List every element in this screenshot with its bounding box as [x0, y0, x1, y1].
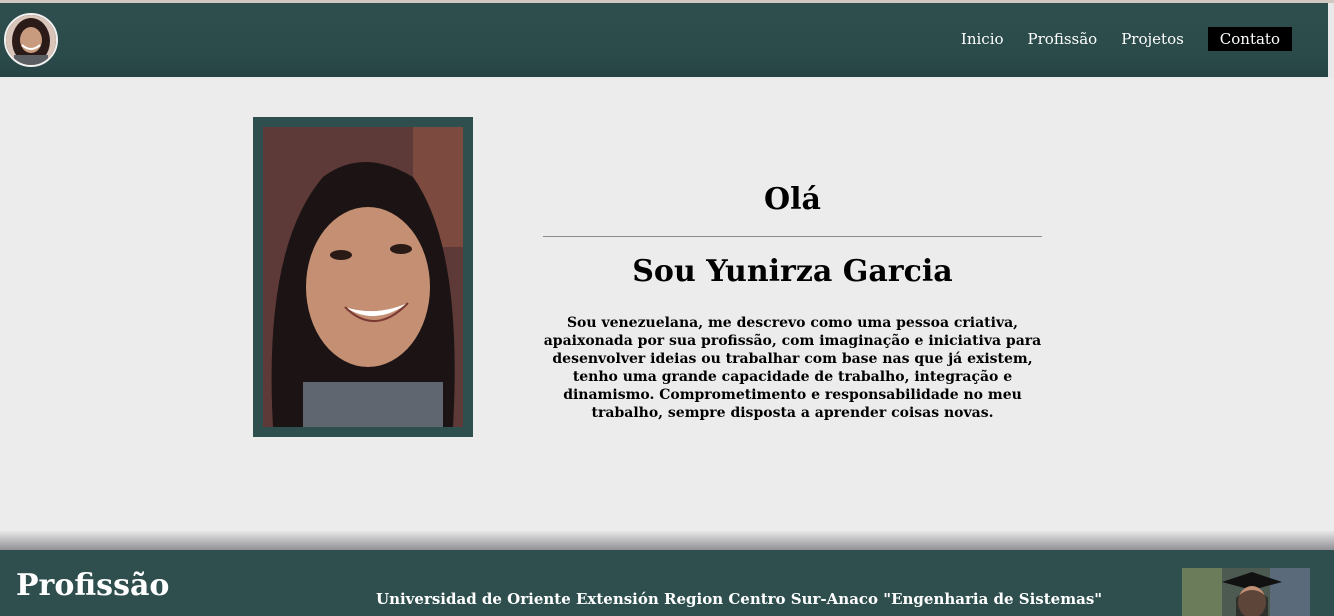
heading-divider — [543, 236, 1042, 237]
graduation-photo-image — [1182, 568, 1310, 616]
navbar: Inicio Profissão Projetos Contato — [0, 3, 1328, 77]
graduation-photo — [1182, 568, 1310, 616]
main-nav: Inicio Profissão Projetos Contato — [937, 27, 1292, 51]
nav-link-projetos[interactable]: Projetos — [1121, 30, 1184, 48]
profile-photo — [263, 127, 463, 427]
avatar[interactable] — [4, 13, 58, 67]
nav-link-contato-button[interactable]: Contato — [1207, 27, 1292, 51]
name-heading: Sou Yunirza Garcia — [632, 254, 953, 289]
bio-text: Sou venezuelana, me descrevo como uma pe… — [543, 315, 1042, 421]
nav-link-profissao[interactable]: Profissão — [1028, 30, 1098, 48]
nav-link-inicio[interactable]: Inicio — [961, 30, 1004, 48]
avatar-photo — [6, 15, 56, 65]
profile-photo-frame — [253, 117, 473, 437]
profile-photo-image — [263, 127, 463, 427]
greeting-heading: Olá — [764, 182, 821, 217]
university-text: Universidad de Oriente Extensión Region … — [376, 590, 1103, 608]
profession-title: Profissão — [16, 568, 170, 603]
page-edge — [1328, 3, 1334, 77]
section-shadow — [0, 530, 1334, 550]
